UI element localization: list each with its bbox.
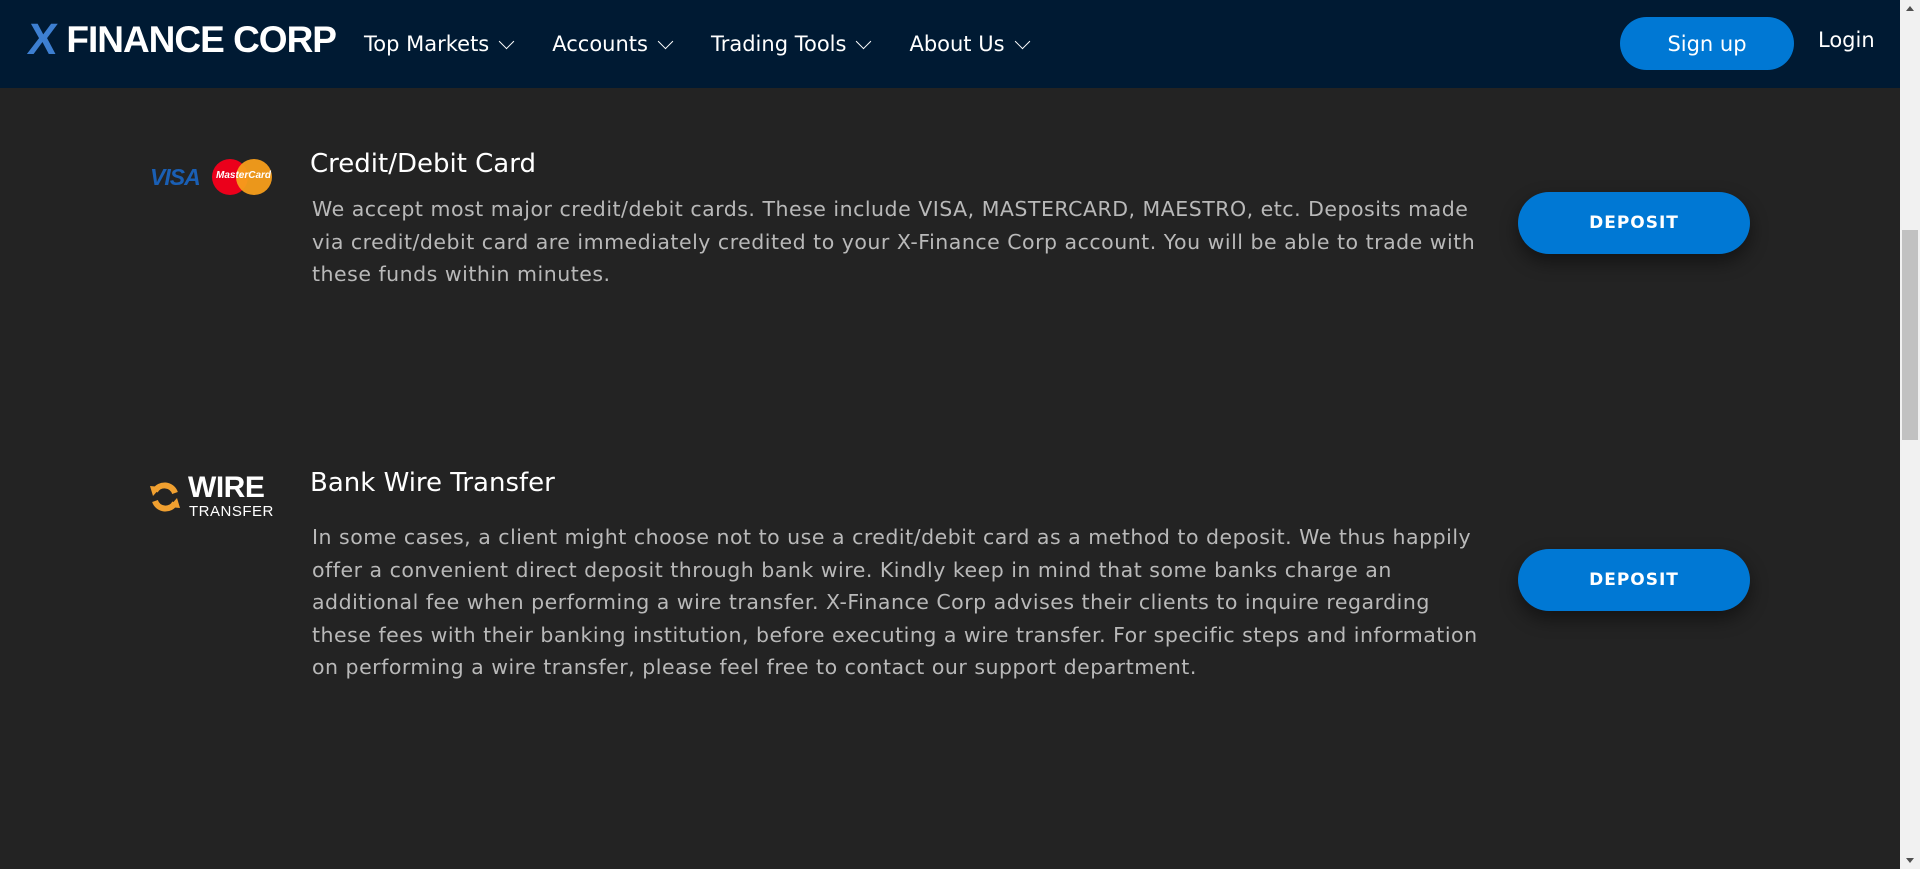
nav-item-label: About Us [909, 32, 1005, 56]
chevron-down-icon [1014, 33, 1030, 49]
logo-x-mark: X [25, 15, 59, 64]
wire-transfer-logo: WIRE TRANSFER [148, 472, 278, 524]
top-navigation-bar: X FINANCE CORP Top Markets Accounts Trad… [0, 0, 1900, 88]
mastercard-logo-text: MasterCard [216, 170, 272, 181]
method-description: In some cases, a client might choose not… [312, 525, 1478, 679]
nav-item-about-us[interactable]: About Us [909, 32, 1030, 56]
page-scrollbar[interactable] [1900, 0, 1920, 869]
brand-logo[interactable]: X FINANCE CORP [25, 15, 337, 64]
method-title: Credit/Debit Card [310, 149, 536, 179]
visa-mastercard-logo: VISA MasterCard [150, 156, 275, 196]
nav-item-label: Top Markets [364, 32, 490, 56]
login-link[interactable]: Login [1818, 28, 1875, 52]
chevron-down-icon [498, 33, 515, 49]
refresh-arrows-icon [150, 482, 180, 512]
transfer-logo-text: TRANSFER [189, 503, 274, 520]
scroll-down-arrow-icon[interactable] [1906, 858, 1914, 863]
nav-item-top-markets[interactable]: Top Markets [364, 32, 515, 56]
scrollbar-thumb[interactable] [1902, 230, 1918, 440]
deposit-button-card[interactable]: DEPOSIT [1518, 192, 1750, 254]
chevron-down-icon [856, 33, 872, 49]
visa-logo-text: VISA [150, 164, 201, 190]
chevron-down-icon [657, 33, 674, 49]
nav-item-accounts[interactable]: Accounts [552, 32, 674, 56]
main-menu: Top Markets Accounts Trading Tools About… [364, 0, 1068, 88]
wire-logo-text: WIRE [188, 471, 265, 504]
nav-item-trading-tools[interactable]: Trading Tools [710, 32, 872, 56]
mastercard-icon: MasterCard [212, 159, 274, 195]
scroll-up-arrow-icon[interactable] [1906, 6, 1914, 11]
logo-wordmark: FINANCE CORP [66, 19, 337, 60]
signup-button[interactable]: Sign up [1620, 17, 1794, 70]
method-description: We accept most major credit/debit cards.… [312, 197, 1476, 286]
method-title: Bank Wire Transfer [310, 468, 555, 498]
deposit-button-wire[interactable]: DEPOSIT [1518, 549, 1750, 611]
nav-item-label: Trading Tools [710, 32, 847, 56]
nav-item-label: Accounts [552, 32, 648, 56]
